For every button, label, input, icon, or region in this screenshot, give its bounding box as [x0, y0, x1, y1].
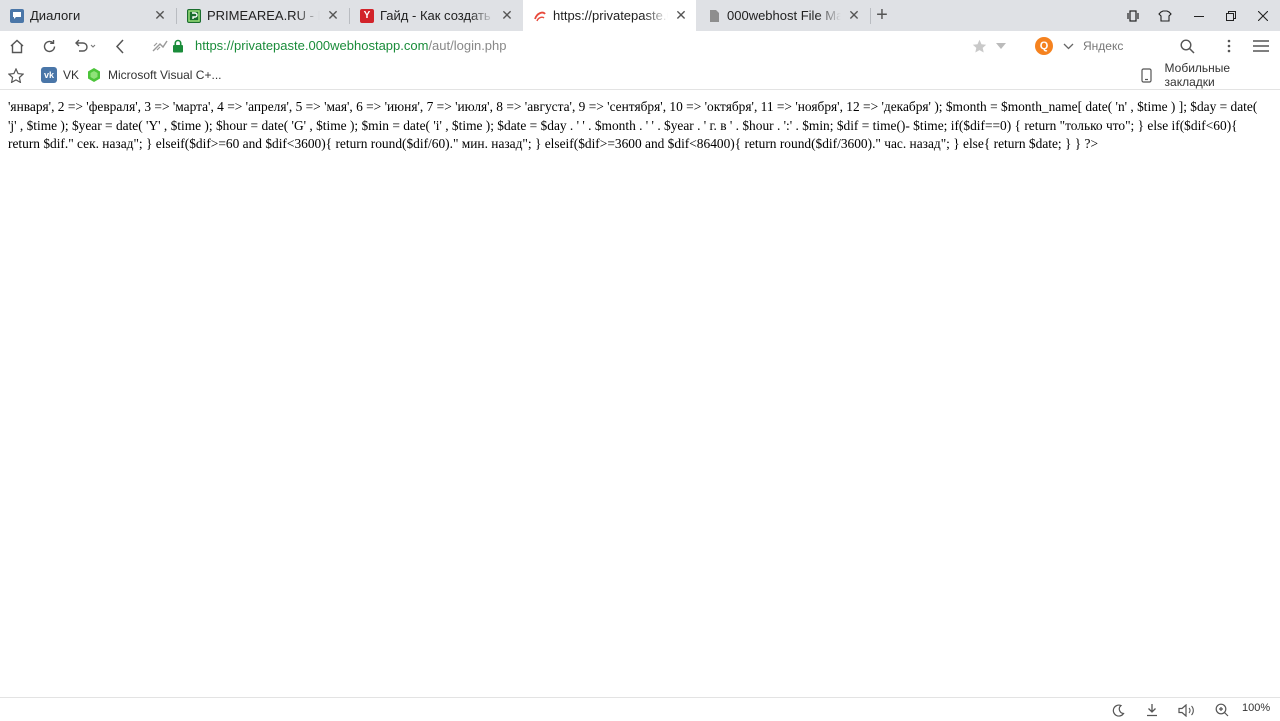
menu-icon[interactable] [1247, 31, 1275, 61]
visual-cpp-icon [86, 67, 102, 83]
url-scheme: https:// [195, 38, 235, 53]
tab-title: Гайд - Как создать сво [380, 8, 494, 23]
tab-title: PRIMEAREA.RU - Мои п [207, 8, 320, 23]
close-icon[interactable] [1246, 0, 1280, 31]
document-icon [707, 9, 721, 23]
tab-close-icon[interactable]: ✕ [674, 7, 688, 24]
mobile-bookmarks[interactable]: Мобильные закладки [1139, 61, 1280, 89]
chevron-down-icon[interactable] [987, 31, 1015, 61]
navigation-bar: https://privatepaste.000webhostapp.com/a… [0, 31, 1280, 61]
back-icon[interactable] [106, 31, 134, 61]
maximize-icon[interactable] [1214, 0, 1248, 31]
sound-icon[interactable] [1176, 700, 1198, 720]
url-path: /aut/login.php [428, 38, 507, 53]
bookmark-label: Microsoft Visual C+... [108, 68, 222, 82]
000webhost-icon [533, 9, 547, 23]
vk-icon: vk [41, 67, 57, 83]
page-source-text: 'января', 2 => 'февраля', 3 => 'марта', … [8, 99, 1258, 151]
bookmarks-star-icon[interactable] [8, 61, 24, 89]
undo-close-tab-icon[interactable] [68, 31, 102, 61]
tab-title: https://privatepaste.000 [553, 8, 668, 23]
search-icon[interactable] [1173, 31, 1201, 61]
bookmark-vk[interactable]: vk VK [41, 61, 79, 89]
tab-title: Диалоги [30, 8, 147, 23]
tab-close-icon[interactable]: ✕ [326, 7, 340, 24]
tab-dialogs[interactable]: Диалоги ✕ [0, 0, 175, 31]
night-mode-icon[interactable] [1107, 700, 1129, 720]
address-bar[interactable]: https://privatepaste.000webhostapp.com/a… [195, 38, 507, 53]
search-engine-icon[interactable]: Q [1035, 37, 1053, 55]
downloads-icon[interactable] [1141, 700, 1163, 720]
secure-lock-icon[interactable] [168, 31, 188, 61]
extensions-icon[interactable] [1148, 0, 1182, 31]
tab-title: 000webhost File Manag [727, 8, 841, 23]
reload-icon[interactable] [35, 31, 63, 61]
tab-file-manager[interactable]: 000webhost File Manag ✕ [697, 0, 869, 31]
minimize-icon[interactable] [1182, 0, 1216, 31]
tab-privatepaste[interactable]: https://privatepaste.000 ✕ [523, 0, 696, 31]
mobile-bookmarks-label: Мобильные закладки [1164, 61, 1231, 89]
tab-primearea[interactable]: PRIMEAREA.RU - Мои п ✕ [177, 0, 348, 31]
status-bar: 100% [0, 697, 1280, 721]
search-input[interactable]: Яндекс [1083, 39, 1123, 53]
mobile-phone-icon [1139, 67, 1155, 83]
primearea-icon [187, 8, 201, 23]
bookmark-label: VK [63, 68, 80, 82]
more-vertical-icon[interactable] [1215, 31, 1243, 61]
new-tab-button[interactable]: + [872, 0, 892, 31]
bookmark-visual-cpp[interactable]: Microsoft Visual C+... [86, 61, 221, 89]
tab-separator [870, 8, 871, 24]
url-host: privatepaste.000webhostapp.com [234, 38, 429, 53]
tab-close-icon[interactable]: ✕ [847, 7, 861, 24]
vk-messages-icon [10, 8, 24, 23]
search-engine-dropdown-icon[interactable] [1054, 31, 1082, 61]
tabs-icon[interactable] [1116, 0, 1150, 31]
tab-close-icon[interactable]: ✕ [153, 7, 167, 24]
tab-guide[interactable]: Y Гайд - Как создать сво ✕ [350, 0, 522, 31]
zoom-icon[interactable] [1211, 700, 1233, 720]
yandex-y-icon: Y [360, 8, 374, 23]
tab-close-icon[interactable]: ✕ [500, 7, 514, 24]
bookmarks-bar: vk VK Microsoft Visual C+... Мобильные з… [0, 61, 1280, 90]
tab-strip: Диалоги ✕ PRIMEAREA.RU - Мои п ✕ Y Гайд … [0, 0, 1280, 31]
home-icon[interactable] [3, 31, 31, 61]
zoom-level[interactable]: 100% [1242, 702, 1270, 714]
